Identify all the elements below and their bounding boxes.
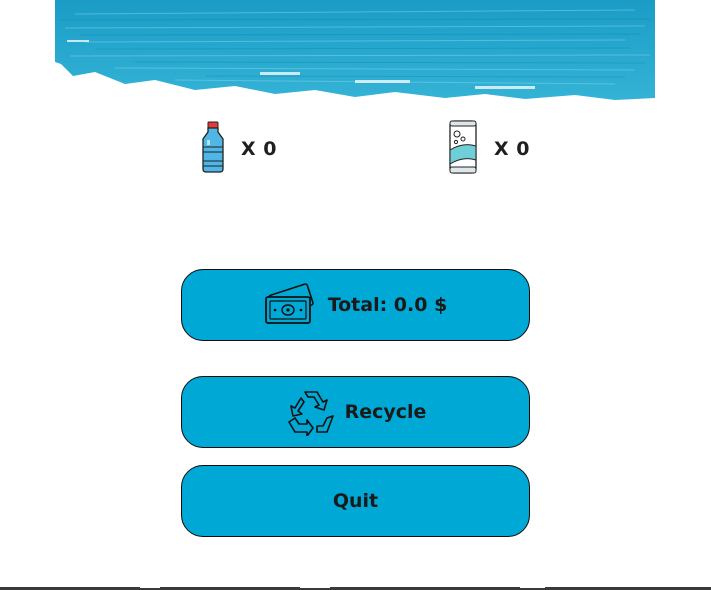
total-label: Total: 0.0 $ [327, 294, 448, 316]
quit-button[interactable]: Quit [181, 465, 530, 537]
recycle-icon [285, 388, 337, 436]
recycle-button[interactable]: Recycle [181, 376, 530, 448]
can-counter: X 0 [446, 120, 530, 178]
money-bills-icon [264, 283, 316, 327]
bottom-strip [0, 587, 711, 590]
can-count: X 0 [494, 138, 530, 160]
app-window: X 0 X 0 Total: 0.0 $ Recycle Quit [0, 0, 711, 590]
recycle-label: Recycle [344, 401, 427, 423]
soda-can-icon [446, 120, 480, 178]
brush-banner [55, 0, 655, 100]
bottle-count: X 0 [241, 138, 277, 160]
water-bottle-icon [199, 121, 227, 177]
total-button[interactable]: Total: 0.0 $ [181, 269, 530, 341]
bottle-counter: X 0 [199, 121, 277, 177]
quit-label: Quit [332, 490, 379, 512]
